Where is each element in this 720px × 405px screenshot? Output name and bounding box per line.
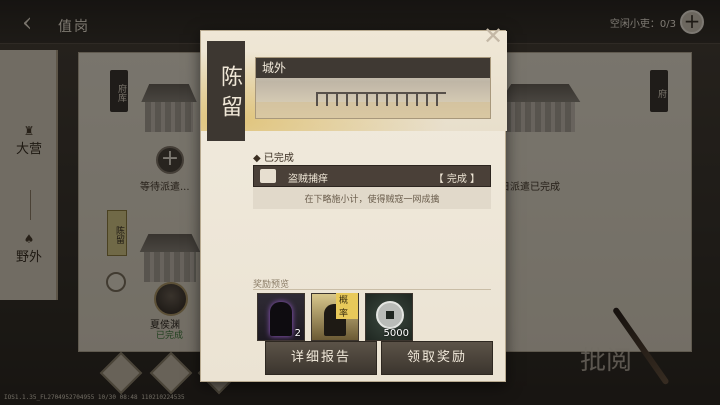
city-name-vertical: 陈留: [207, 41, 245, 141]
scroll-icon: [260, 169, 276, 183]
reward-count: 5000: [383, 328, 409, 339]
task-row[interactable]: 盗贼捕痒 【 完成 】: [253, 165, 491, 187]
detail-report-button[interactable]: 详细报告: [265, 341, 377, 375]
claim-reward-button[interactable]: 领取奖励: [381, 341, 493, 375]
close-button[interactable]: ✕: [481, 22, 505, 50]
close-x-icon: ✕: [482, 22, 504, 50]
task-description: 在下略施小计，使得贼寇一网成擒: [304, 195, 440, 205]
reward-divider: [253, 289, 491, 290]
reward-purple-general-card[interactable]: 2: [257, 293, 305, 341]
probability-tag: 概率: [336, 293, 358, 319]
reward-count: 2: [294, 328, 301, 339]
location-card: 城外: [255, 57, 491, 119]
reward-gold-general-card[interactable]: 概率: [311, 293, 359, 341]
copper-coin-icon: [376, 301, 404, 329]
dispatch-result-modal: 陈留 城外 ✕ ◆ 已完成 盗贼捕痒 【 完成 】 在下略施小计，使得贼寇一网成…: [200, 24, 507, 382]
reward-copper-coin[interactable]: 5000: [365, 293, 413, 341]
task-name: 盗贼捕痒: [288, 174, 328, 185]
task-state: 【 完成 】: [433, 174, 480, 185]
location-fence: [316, 92, 446, 106]
task-description-row: 在下略施小计，使得贼寇一网成擒: [253, 187, 491, 209]
location-title: 城外: [256, 58, 490, 78]
purple-general-card-icon: [270, 302, 292, 336]
completed-header: ◆ 已完成: [253, 153, 294, 164]
